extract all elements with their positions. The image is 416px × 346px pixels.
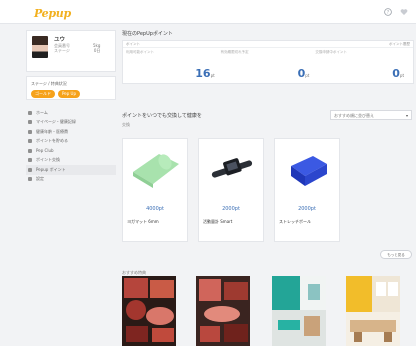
sidebar-item-mypage[interactable]: マイページ・健康記録 — [26, 118, 116, 128]
recommend-card-room[interactable] — [272, 276, 326, 346]
stage-box: ステージ / 特典状況 ゴールド Pep Up — [26, 76, 116, 100]
more-button[interactable]: もっと見る — [380, 250, 412, 259]
exchange-title: ポイントをいつでも交換して健康を — [122, 113, 202, 119]
recommend-card-meat[interactable] — [122, 276, 176, 346]
points-head-left: ポイント — [126, 42, 140, 46]
stage-pill-gold[interactable]: ゴールド — [31, 90, 55, 98]
product-image-band — [207, 144, 257, 194]
gift-icon — [28, 158, 32, 163]
point-icon — [28, 167, 32, 172]
points-available: 利用可能ポイント 16pt — [126, 50, 215, 80]
product-price: 4000pt — [146, 206, 164, 212]
main-content: 現在のPepUpポイント ポイント ポイント履歴 利用可能ポイント 16pt 有… — [122, 30, 414, 346]
home-icon — [28, 110, 32, 115]
sidebar-item-health[interactable]: 健康年齢・医療費 — [26, 127, 116, 137]
points-expiring: 有効期限切れ予定 0pt — [220, 50, 310, 80]
profile-stats: 5kg 0日 — [93, 43, 101, 53]
profile-name: ユウ — [54, 37, 66, 43]
exchange-subtitle: 交換 — [122, 122, 130, 127]
sidebar-menu: ホーム マイページ・健康記録 健康年齢・医療費 ポイントを貯める Pep Clu… — [26, 108, 116, 184]
points-title: 現在のPepUpポイント — [122, 31, 173, 37]
sidebar-item-earn[interactable]: ポイントを貯める — [26, 137, 116, 147]
sidebar-item-points[interactable]: Pepup ポイント — [26, 165, 116, 175]
top-bar: Pepup ? — [0, 0, 416, 24]
product-price: 2000pt — [298, 206, 316, 212]
stage-title: ステージ / 特典状況 — [31, 81, 67, 86]
coin-icon — [28, 139, 32, 144]
chart-icon — [28, 129, 32, 134]
product-name: ヨガマット 6mm — [127, 219, 159, 224]
gear-icon — [28, 177, 32, 182]
club-icon — [28, 148, 32, 153]
sidebar-item-settings[interactable]: 設定 — [26, 175, 116, 185]
profile-meta: 会員番号 ステージ — [54, 43, 70, 53]
points-pending: 交換申請中ポイント 0pt — [315, 50, 405, 80]
heart-icon[interactable] — [400, 8, 408, 16]
sidebar-item-exchange[interactable]: ポイント交換 — [26, 156, 116, 166]
product-card[interactable]: 2000pt ストレッチポール — [274, 138, 340, 242]
profile-card: ユウ 会員番号 ステージ 5kg 0日 — [26, 30, 116, 72]
sort-select[interactable]: おすすめ順に並び替え ▾ — [330, 110, 412, 120]
sidebar-item-club[interactable]: Pep Club — [26, 146, 116, 156]
product-image-mat — [131, 144, 181, 194]
heart-icon — [28, 120, 32, 125]
chevron-down-icon: ▾ — [405, 113, 408, 118]
stage-pill-pepup[interactable]: Pep Up — [58, 90, 81, 98]
product-card[interactable]: 2000pt 活動量計 Smart — [198, 138, 264, 242]
product-image-block — [283, 144, 333, 194]
avatar[interactable] — [32, 36, 48, 58]
points-card: ポイント ポイント履歴 利用可能ポイント 16pt 有効期限切れ予定 0pt 交… — [122, 40, 414, 84]
sidebar: ユウ 会員番号 ステージ 5kg 0日 ステージ / 特典状況 ゴールド Pep… — [26, 30, 116, 235]
recommend-card-room[interactable] — [346, 276, 400, 346]
pepup-logo[interactable]: Pepup — [34, 7, 71, 20]
sidebar-item-home[interactable]: ホーム — [26, 108, 116, 118]
recommend-card-meat[interactable] — [196, 276, 250, 346]
product-name: 活動量計 Smart — [203, 219, 233, 224]
product-name: ストレッチポール — [279, 219, 311, 224]
product-card[interactable]: 4000pt ヨガマット 6mm — [122, 138, 188, 242]
points-history-link[interactable]: ポイント履歴 — [389, 42, 410, 46]
question-icon[interactable]: ? — [384, 8, 392, 16]
product-price: 2000pt — [222, 206, 240, 212]
